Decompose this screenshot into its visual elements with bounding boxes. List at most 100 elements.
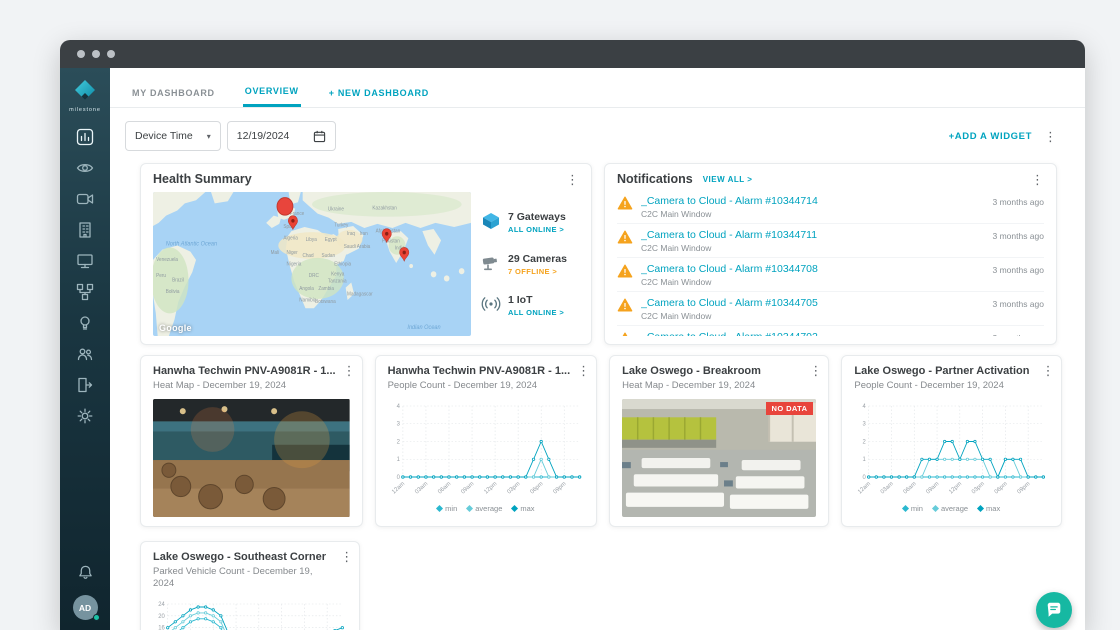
map-label: Madagascar	[347, 291, 373, 297]
notifications-list: _Camera to Cloud - Alarm #10344714 C2C Ma…	[617, 190, 1044, 336]
camera-snapshot[interactable]	[153, 399, 350, 517]
notifications-card: Notifications VIEW ALL > ⋮ _Camera to Cl…	[604, 163, 1057, 345]
legend-max-label: max	[520, 504, 534, 513]
svg-text:1: 1	[396, 457, 400, 463]
sidebar-item-dashboards[interactable]	[70, 125, 100, 149]
svg-text:2: 2	[396, 439, 400, 445]
legend-average-marker	[466, 505, 473, 512]
sidebar-item-video-wall[interactable]	[70, 249, 100, 273]
widget-kebab-menu[interactable]: ⋮	[1042, 364, 1055, 377]
notification-row[interactable]: _Camera to Cloud - Alarm #10344705C2C Ma…	[617, 291, 1044, 325]
sidebar-item-monitoring[interactable]	[70, 156, 100, 180]
legend-average-label: average	[941, 504, 968, 513]
people-icon	[76, 345, 94, 363]
milestone-logo[interactable]: milestone	[69, 79, 101, 113]
gateway-icon	[481, 211, 501, 231]
window-minimize-button[interactable]	[92, 50, 100, 58]
legend-max-marker	[977, 505, 984, 512]
sidebar-item-video[interactable]	[70, 187, 100, 211]
map-label: North Atlantic Ocean	[166, 241, 217, 247]
notifications-kebab-menu[interactable]: ⋮	[1031, 173, 1044, 186]
health-summary-kebab-menu[interactable]: ⋮	[566, 173, 579, 186]
sidebar-item-alarms[interactable]	[70, 311, 100, 335]
eye-icon	[76, 159, 94, 177]
chart-legend: min average max	[854, 504, 1048, 513]
chat-button[interactable]	[1036, 592, 1072, 628]
widget-kebab-menu[interactable]: ⋮	[343, 364, 356, 377]
gateways-status-link[interactable]: ALL ONLINE >	[508, 225, 566, 234]
sidebar-nav	[70, 125, 100, 428]
map-canvas: North Atlantic OceanIndian OceanVenezuel…	[153, 192, 471, 336]
view-all-link[interactable]: VIEW ALL >	[703, 175, 753, 184]
tab-overview[interactable]: OVERVIEW	[243, 86, 301, 107]
widget-title: Hanwha Techwin PNV-A9081R - 1...	[388, 365, 571, 377]
widget-kebab-menu[interactable]: ⋮	[577, 364, 590, 377]
map-label: DRC	[309, 273, 320, 279]
map-pin-dot	[291, 219, 294, 223]
svg-text:12am: 12am	[857, 481, 872, 496]
toolbar-kebab-menu[interactable]: ⋮	[1044, 130, 1057, 143]
svg-text:12am: 12am	[391, 481, 406, 496]
gateways-stat: 7 Gateways ALL ONLINE >	[481, 211, 579, 234]
cameras-status-link[interactable]: 7 OFFLINE >	[508, 267, 567, 276]
date-picker[interactable]: 12/19/2024	[227, 121, 337, 151]
legend-average-marker	[932, 505, 939, 512]
warning-icon	[617, 331, 633, 337]
map-pin-dot	[385, 232, 388, 236]
notification-title[interactable]: _Camera to Cloud - Alarm #10344705	[641, 297, 984, 309]
svg-text:06am: 06am	[437, 481, 452, 496]
svg-text:06am: 06am	[903, 481, 918, 496]
world-map[interactable]: North Atlantic OceanIndian OceanVenezuel…	[153, 192, 471, 336]
iot-stat: 1 IoT ALL ONLINE >	[481, 294, 579, 317]
window-close-button[interactable]	[77, 50, 85, 58]
camera-snapshot[interactable]	[622, 399, 816, 517]
notifications-title: Notifications	[617, 172, 693, 186]
sidebar-item-users[interactable]	[70, 342, 100, 366]
legend-max-marker	[511, 505, 518, 512]
map-label: Ukraine	[328, 207, 344, 213]
svg-text:06pm: 06pm	[994, 481, 1009, 496]
notification-row[interactable]: _Camera to Cloud - Alarm #10344702C2C Ma…	[617, 325, 1044, 336]
logo-label: milestone	[69, 107, 101, 113]
svg-text:12pm: 12pm	[949, 481, 964, 496]
health-stats: 7 Gateways ALL ONLINE > 29 Cameras	[481, 192, 579, 336]
sidebar-item-workflows[interactable]	[70, 280, 100, 304]
notification-title[interactable]: _Camera to Cloud - Alarm #10344714	[641, 195, 984, 207]
tab-my-dashboard[interactable]: MY DASHBOARD	[130, 86, 217, 107]
window-zoom-button[interactable]	[107, 50, 115, 58]
online-status-dot	[93, 614, 100, 621]
map-label: Namibia	[299, 297, 316, 303]
notification-source: C2C Main Window	[641, 209, 984, 219]
map-label: Algeria	[283, 235, 298, 241]
svg-text:03pm: 03pm	[506, 481, 521, 496]
sidebar-item-settings[interactable]	[70, 404, 100, 428]
widget-kebab-menu[interactable]: ⋮	[809, 364, 822, 377]
sidebar-item-sites[interactable]	[70, 218, 100, 242]
time-mode-select[interactable]: Device Time ▾	[125, 121, 221, 151]
date-value: 12/19/2024	[237, 130, 290, 142]
iot-status-link[interactable]: ALL ONLINE >	[508, 308, 564, 317]
main-content: MY DASHBOARD OVERVIEW + NEW DASHBOARD De…	[110, 68, 1085, 630]
notification-title[interactable]: _Camera to Cloud - Alarm #10344711	[641, 229, 984, 241]
notification-row[interactable]: _Camera to Cloud - Alarm #10344714 C2C Ma…	[617, 190, 1044, 223]
map-label: Libya	[306, 237, 317, 243]
notification-title[interactable]: _Camera to Cloud - Alarm #10344702	[641, 331, 984, 337]
sidebar-bell-button[interactable]	[77, 564, 94, 584]
notification-row[interactable]: _Camera to Cloud - Alarm #10344711C2C Ma…	[617, 223, 1044, 257]
avatar[interactable]: AD	[73, 595, 98, 620]
widget-heatmap-breakroom: Lake Oswego - Breakroom Heat Map - Decem…	[609, 355, 829, 527]
widget-subtitle: Heat Map - December 19, 2024	[153, 380, 336, 392]
warning-icon	[617, 297, 633, 313]
widget-kebab-menu[interactable]: ⋮	[340, 550, 353, 563]
notification-row[interactable]: _Camera to Cloud - Alarm #10344708C2C Ma…	[617, 257, 1044, 291]
dashboard-tabs: MY DASHBOARD OVERVIEW + NEW DASHBOARD	[110, 86, 1085, 108]
map-label: Saudi Arabia	[344, 244, 371, 250]
add-widget-button[interactable]: +ADD A WIDGET	[949, 131, 1032, 142]
time-mode-value: Device Time	[135, 130, 193, 142]
tab-new-dashboard[interactable]: + NEW DASHBOARD	[327, 86, 431, 107]
health-summary-title: Health Summary	[153, 172, 252, 186]
sidebar-item-access[interactable]	[70, 373, 100, 397]
avatar-initials: AD	[79, 603, 91, 613]
notification-title[interactable]: _Camera to Cloud - Alarm #10344708	[641, 263, 984, 275]
svg-text:09pm: 09pm	[552, 481, 567, 496]
